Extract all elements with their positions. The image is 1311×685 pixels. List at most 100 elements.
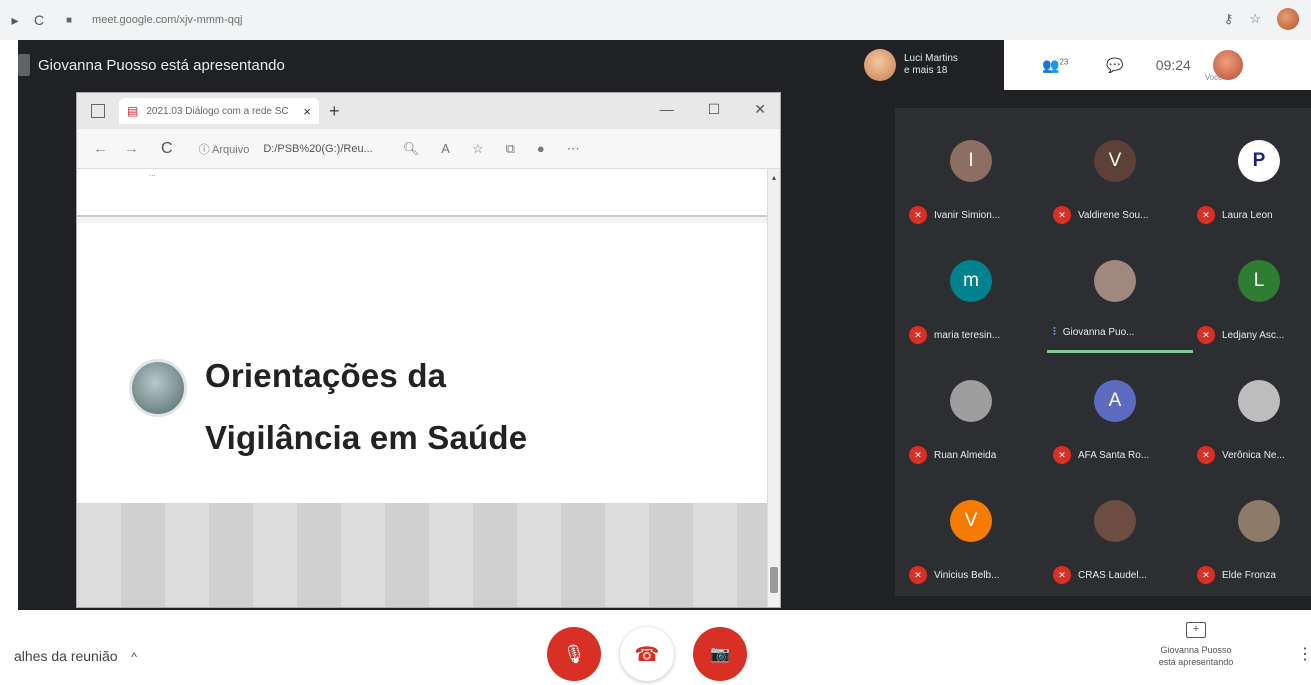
read-aloud-icon[interactable]: A: [441, 141, 450, 157]
mic-muted-icon: ✕: [1053, 446, 1071, 464]
clock: 09:24: [1155, 57, 1191, 73]
present-icon: +: [1186, 622, 1206, 638]
site-info[interactable]: ⓘ Arquivo: [199, 141, 250, 157]
participant-name-row: ✕ AFA Santa Ro...: [1053, 446, 1193, 464]
slide-heading: Orientações da Vigilância em Saúde: [205, 345, 527, 469]
participant-name-row: ✕ Elde Fronza: [1197, 566, 1311, 584]
mic-muted-icon: ✕: [1197, 446, 1215, 464]
participant-name: Ruan Almeida: [934, 449, 997, 461]
chevron-up-icon: ^: [131, 650, 138, 664]
participant-tile[interactable]: V ✕ Valdirene Sou...: [1045, 116, 1185, 236]
profile-avatar[interactable]: [1277, 8, 1299, 30]
present-line2: está apresentando: [1158, 657, 1234, 667]
pdf-page: Orientações da Vigilância em Saúde: [77, 223, 767, 503]
participant-name: Ivanir Simion...: [934, 209, 1001, 221]
participant-name: Ledjany Asc...: [1222, 329, 1285, 341]
favorites-icon[interactable]: ☆: [472, 141, 484, 157]
more-icon[interactable]: ⋯: [567, 141, 580, 157]
hangup-icon: ☎: [634, 643, 660, 666]
mic-muted-icon: ✕: [909, 446, 927, 464]
forward-button[interactable]: ▸: [6, 12, 24, 29]
control-bar: alhes da reunião ^ 🎙 ☎ 📷 + Giovanna Puos…: [0, 610, 1311, 685]
scroll-up-icon[interactable]: ▴: [768, 173, 780, 182]
scrollbar[interactable]: ▴: [767, 169, 780, 607]
participant-tile[interactable]: P ✕ Laura Leon: [1189, 116, 1311, 236]
star-icon[interactable]: ☆: [1249, 11, 1261, 27]
participant-name-row: ✕ Ledjany Asc...: [1197, 326, 1311, 344]
search-icon[interactable]: 🔍︎: [403, 141, 420, 157]
tab-actions-icon[interactable]: [91, 104, 105, 118]
scroll-thumb[interactable]: [770, 567, 778, 593]
participant-name-row: ⫶ Giovanna Puo...: [1053, 326, 1193, 339]
more-options-button[interactable]: ⋮: [1297, 644, 1311, 664]
self-avatar[interactable]: Você: [1205, 50, 1243, 82]
avatar: V: [950, 500, 992, 542]
avatar: P: [1238, 140, 1280, 182]
slide-heading-line2: Vigilância em Saúde: [205, 419, 528, 456]
tab-title: 2021.03 Diálogo com a rede SC: [146, 105, 289, 117]
address-bar[interactable]: meet.google.com/xjv-mmm-qqj: [92, 14, 242, 26]
mic-off-button[interactable]: 🎙: [547, 627, 601, 681]
meet-top-bar: Luci Martins e mais 18 👥23 💬 09:24 Você: [854, 40, 1311, 90]
file-path[interactable]: D:/PSB%20(G:)/Reu...: [263, 143, 372, 155]
collections-icon[interactable]: ⧉: [506, 141, 515, 157]
participant-name: Laura Leon: [1222, 209, 1273, 221]
reload-icon[interactable]: C: [161, 140, 173, 158]
participant-tile[interactable]: ✕ Verônica Ne...: [1189, 356, 1311, 476]
participant-name: CRAS Laudel...: [1078, 569, 1147, 581]
avatar: V: [1094, 140, 1136, 182]
mic-muted-icon: ✕: [909, 206, 927, 224]
avatar: m: [950, 260, 992, 302]
forward-icon[interactable]: →: [124, 140, 139, 157]
window-controls: — ☐ ✕: [660, 101, 766, 118]
participant-tile[interactable]: ✕ Elde Fronza: [1189, 476, 1311, 596]
leave-call-button[interactable]: ☎: [620, 627, 674, 681]
reload-button[interactable]: C: [30, 12, 48, 28]
participant-tile[interactable]: m ✕ maria teresin...: [901, 236, 1041, 356]
meeting-details-label: alhes da reunião: [14, 648, 118, 664]
lock-icon[interactable]: ■: [66, 15, 72, 26]
key-icon[interactable]: ⚷: [1224, 11, 1234, 27]
avatar: [1094, 260, 1136, 302]
participant-tile[interactable]: V ✕ Vinicius Belb...: [901, 476, 1041, 596]
close-window-button[interactable]: ✕: [754, 101, 766, 118]
pdf-viewer[interactable]: ... Orientações da Vigilância em Saúde: [77, 169, 780, 607]
previous-page: ...: [77, 169, 767, 217]
participant-tile[interactable]: ✕ CRAS Laudel...: [1045, 476, 1185, 596]
people-icon: 👥: [1042, 56, 1060, 73]
profile-icon[interactable]: ●: [537, 141, 545, 157]
camera-off-button[interactable]: 📷: [693, 627, 747, 681]
participant-name-row: ✕ maria teresin...: [909, 326, 1049, 344]
avatar: L: [1238, 260, 1280, 302]
tab-close-button[interactable]: ×: [303, 104, 311, 119]
minimize-button[interactable]: —: [660, 101, 674, 118]
participant-name: Elde Fronza: [1222, 569, 1276, 581]
chat-button[interactable]: 💬: [1106, 57, 1123, 74]
browser-tab[interactable]: ▤ 2021.03 Diálogo com a rede SC ×: [119, 98, 319, 124]
participant-tile[interactable]: ⫶ Giovanna Puo...: [1045, 236, 1193, 356]
chat-icon: 💬: [1106, 56, 1124, 73]
participant-name: Giovanna Puo...: [1062, 327, 1135, 338]
participants-button[interactable]: 👥23: [1042, 57, 1068, 74]
shared-screen: ▤ 2021.03 Diálogo com a rede SC × + — ☐ …: [76, 92, 781, 608]
mic-muted-icon: ✕: [909, 566, 927, 584]
participant-count: 23: [1059, 56, 1069, 66]
back-icon[interactable]: ←: [93, 140, 108, 157]
participant-tile[interactable]: L ✕ Ledjany Asc...: [1189, 236, 1311, 356]
present-now-button[interactable]: + Giovanna Puosso está apresentando: [1136, 622, 1256, 668]
new-tab-button[interactable]: +: [329, 101, 340, 122]
meet-logo-icon: [18, 54, 30, 76]
participant-tile[interactable]: I ✕ Ivanir Simion...: [901, 116, 1041, 236]
participant-name: AFA Santa Ro...: [1078, 449, 1150, 461]
mic-muted-icon: ✕: [1197, 326, 1215, 344]
maximize-button[interactable]: ☐: [708, 101, 721, 118]
participant-name-row: ✕ Valdirene Sou...: [1053, 206, 1193, 224]
meeting-details-button[interactable]: alhes da reunião ^: [14, 648, 137, 664]
browser-toolbar: ▸ C ■ meet.google.com/xjv-mmm-qqj ⚷ ☆: [0, 0, 1311, 40]
participant-name-row: ✕ Ruan Almeida: [909, 446, 1049, 464]
participant-tile[interactable]: A ✕ AFA Santa Ro...: [1045, 356, 1185, 476]
participant-name: maria teresin...: [934, 329, 1001, 341]
mic-muted-icon: ✕: [909, 326, 927, 344]
presenter-banner-text: Giovanna Puosso está apresentando: [38, 56, 285, 74]
participant-tile[interactable]: ✕ Ruan Almeida: [901, 356, 1041, 476]
